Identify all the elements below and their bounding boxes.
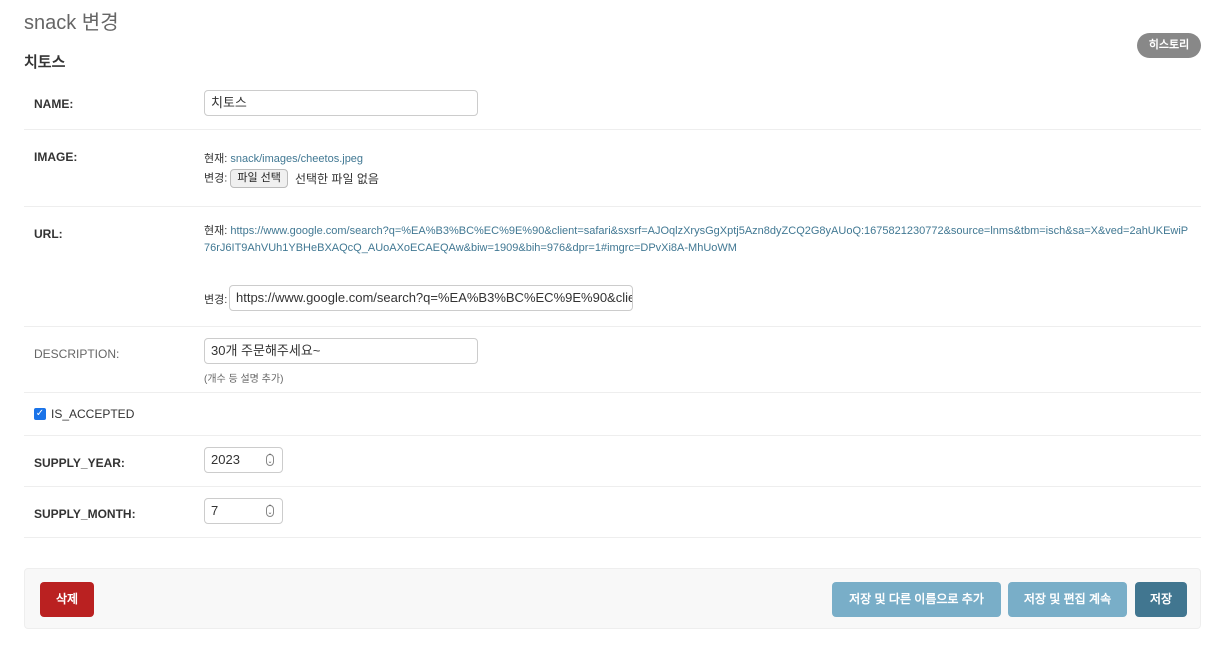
object-title: 치토스	[24, 54, 66, 71]
supply-month-input[interactable]: 7 ⌃ ⌄	[204, 498, 283, 524]
spinner-icon[interactable]: ⌃ ⌄	[266, 454, 274, 466]
field-row-url: URL: 현재: https://www.google.com/search?q…	[24, 207, 1201, 327]
name-input[interactable]: 치토스	[204, 90, 478, 116]
file-select-button[interactable]: 파일 선택	[230, 169, 288, 188]
url-label: URL:	[34, 227, 63, 241]
save-button[interactable]: 저장	[1135, 582, 1187, 617]
spinner-icon[interactable]: ⌃ ⌄	[266, 505, 274, 517]
url-input[interactable]: https://www.google.com/search?q=%EA%B3%B…	[229, 285, 633, 311]
supply-year-value: 2023	[211, 452, 240, 467]
url-current-link[interactable]: https://www.google.com/search?q=%EA%B3%B…	[204, 225, 1188, 254]
image-current-link[interactable]: snack/images/cheetos.jpeg	[230, 153, 363, 165]
change-form: NAME: 치토스 IMAGE: 현재: snack/images/cheeto…	[24, 76, 1201, 538]
supply-year-label: SUPPLY_YEAR:	[34, 456, 125, 470]
field-row-description: DESCRIPTION: 30개 주문해주세요~ (개수 등 설명 추가)	[24, 327, 1201, 393]
field-row-supply-month: SUPPLY_MONTH: 7 ⌃ ⌄	[24, 487, 1201, 538]
supply-year-input[interactable]: 2023 ⌃ ⌄	[204, 447, 283, 473]
page-title: snack 변경	[24, 12, 119, 34]
field-row-supply-year: SUPPLY_YEAR: 2023 ⌃ ⌄	[24, 436, 1201, 487]
history-button[interactable]: 히스토리	[1137, 33, 1201, 58]
image-change-prefix: 변경:	[204, 172, 228, 185]
url-current: 현재: https://www.google.com/search?q=%EA%…	[204, 223, 1194, 257]
url-current-prefix: 현재:	[204, 225, 228, 237]
save-add-another-button[interactable]: 저장 및 다른 이름으로 추가	[832, 582, 1001, 617]
is-accepted-checkbox[interactable]: ✓	[34, 408, 46, 420]
description-label: DESCRIPTION:	[34, 347, 120, 361]
is-accepted-label: IS_ACCEPTED	[51, 407, 135, 421]
image-label: IMAGE:	[34, 150, 78, 164]
description-help: (개수 등 설명 추가)	[204, 374, 284, 385]
field-row-is-accepted: ✓ IS_ACCEPTED	[24, 393, 1201, 436]
submit-row: 삭제 저장 및 다른 이름으로 추가 저장 및 편집 계속 저장	[24, 568, 1201, 629]
supply-month-value: 7	[211, 503, 219, 518]
field-row-image: IMAGE: 현재: snack/images/cheetos.jpeg 변경:…	[24, 130, 1201, 207]
save-continue-button[interactable]: 저장 및 편집 계속	[1008, 582, 1127, 617]
image-change: 변경: 파일 선택 선택한 파일 없음	[204, 169, 379, 188]
field-row-name: NAME: 치토스	[24, 76, 1201, 130]
url-change-prefix: 변경:	[204, 294, 228, 306]
file-status: 선택한 파일 없음	[294, 172, 379, 186]
image-current: 현재: snack/images/cheetos.jpeg	[204, 150, 363, 166]
name-label: NAME:	[34, 97, 74, 111]
supply-month-label: SUPPLY_MONTH:	[34, 507, 136, 521]
description-input[interactable]: 30개 주문해주세요~	[204, 338, 478, 364]
image-current-prefix: 현재:	[204, 153, 228, 165]
delete-button[interactable]: 삭제	[40, 582, 94, 617]
